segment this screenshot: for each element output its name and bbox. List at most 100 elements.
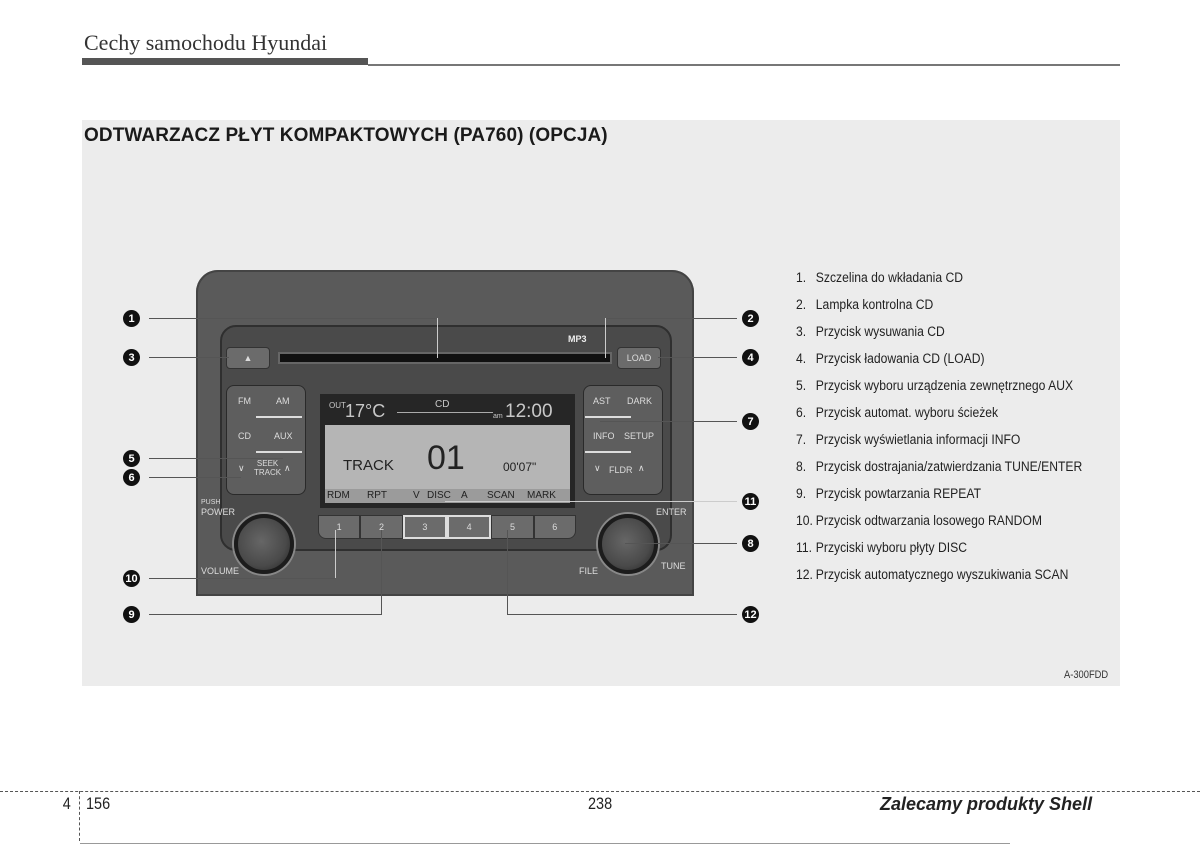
legend-item: 2. Lampka kontrolna CD [796,297,933,312]
elapsed-time: 00'07" [503,460,537,474]
eject-button[interactable]: ▲ [226,347,270,369]
callout-9: 9 [123,606,140,623]
legend-text: Przycisk wyświetlania informacji INFO [815,432,1021,447]
load-button[interactable]: LOAD [617,347,661,369]
dark-button[interactable]: DARK [627,396,652,406]
divider [585,451,631,453]
leader-line-1 [437,318,438,358]
preset-1[interactable]: 1 [318,515,361,539]
legend-item: 6. Przycisk automat. wyboru ścieżek [796,405,998,420]
folder-up-icon[interactable]: ∧ [638,463,645,474]
legend-number: 10. [796,513,813,528]
callout-12: 12 [742,606,759,623]
legend-number: 12. [796,567,813,582]
source-label: CD [435,399,450,410]
leader-line-6 [149,477,241,478]
header-title: Cechy samochodu Hyundai [84,30,328,55]
callout-7: 7 [742,413,759,430]
aux-button[interactable]: AUX [274,431,293,441]
preset-bar: 1 2 3 4 5 6 [318,515,576,539]
leader-line-7 [600,421,737,422]
soft-key-disc-up[interactable]: A [461,490,468,501]
track-label: TRACK [343,457,394,474]
folder-down-icon[interactable]: ∨ [594,463,601,474]
soft-key-rdm[interactable]: RDM [327,490,350,501]
soft-key-disc[interactable]: DISC [427,490,451,501]
callout-4: 4 [742,349,759,366]
legend-text: Przycisk ładowania CD (LOAD) [815,351,985,366]
leader-line-12 [507,530,508,615]
preset-label: 5 [509,522,515,532]
power-label: POWER [201,507,236,517]
legend-text: Przyciski wyboru płyty DISC [815,540,968,555]
fm-button[interactable]: FM [238,396,251,406]
legend-item: 11. Przyciski wyboru płyty DISC [796,540,967,555]
preset-5[interactable]: 5 [491,515,534,539]
tune-knob[interactable] [598,514,658,574]
ast-button[interactable]: AST [593,396,611,406]
soft-key-disc-down[interactable]: V [413,490,420,501]
seek-down-icon[interactable]: ∨ [238,463,245,474]
radio-display: OUT 17°C CD am 12:00 TRACK 01 00'07" RDM… [320,394,575,508]
leader-line-11 [445,501,737,502]
soft-key-rpt[interactable]: RPT [367,490,387,501]
legend-number: 9. [796,486,807,501]
figure-code: A-300FDD [1064,669,1109,681]
legend-number: 7. [796,432,807,447]
leader-line-2 [605,318,606,358]
setup-button[interactable]: SETUP [624,431,654,441]
preset-label: 1 [336,522,342,532]
legend-number: 2. [796,297,807,312]
display-status-bar: OUT 17°C CD am 12:00 [325,399,570,425]
legend-text: Przycisk automatycznego wyszukiwania SCA… [815,567,1069,582]
clock: 12:00 [505,401,553,422]
divider [256,451,302,453]
legend-number: 1. [796,270,807,285]
preset-3[interactable]: 3 [402,515,447,539]
info-button[interactable]: INFO [593,431,615,441]
out-label: OUT [329,401,346,410]
soft-key-mark[interactable]: MARK [527,490,556,501]
volume-knob[interactable] [234,514,294,574]
file-label: FILE [579,566,599,576]
legend-text: Przycisk dostrajania/zatwierdzania TUNE/… [815,459,1083,474]
footer-slogan: Zalecamy produkty Shell [880,794,1093,814]
leader-line-4 [658,357,737,358]
legend-text: Lampka kontrolna CD [815,297,934,312]
preset-4[interactable]: 4 [446,515,492,539]
legend-number: 3. [796,324,807,339]
folder-button[interactable]: FLDR [609,465,633,475]
page-number: 156 [86,794,111,813]
track-number: 01 [427,439,465,477]
legend-number: 6. [796,405,807,420]
tune-label: TUNE [661,561,686,571]
legend-text: Szczelina do wkładania CD [815,270,964,285]
temperature: 17°C [345,401,386,421]
leader-line-1 [149,318,438,319]
section-title: ODTWARZACZ PŁYT KOMPAKTOWYCH (PA760) (OP… [84,125,608,146]
am-button[interactable]: AM [276,396,290,406]
leader-line-10 [335,530,336,578]
load-label: LOAD [626,353,652,363]
legend-item: 12. Przycisk automatycznego wyszukiwania … [796,567,1068,582]
leader-line-5 [149,458,283,459]
preset-6[interactable]: 6 [533,515,576,539]
legend-number: 4. [796,351,807,366]
seek-up-icon[interactable]: ∧ [284,463,291,474]
am-pm: am [493,413,503,420]
footer-divider [79,791,80,841]
callout-2: 2 [742,310,759,327]
leader-line-9 [149,614,381,615]
callout-1: 1 [123,310,140,327]
legend-item: 9. Przycisk powtarzania REPEAT [796,486,981,501]
soft-key-scan[interactable]: SCAN [487,490,515,501]
legend-text: Przycisk automat. wyboru ścieżek [815,405,999,420]
header-rule [368,64,1120,66]
enter-label: ENTER [656,507,687,517]
legend-item: 1. Szczelina do wkładania CD [796,270,963,285]
legend-text: Przycisk wysuwania CD [815,324,945,339]
seek-track-button[interactable]: SEEK TRACK [254,459,281,477]
cd-button[interactable]: CD [238,431,251,441]
callout-5: 5 [123,450,140,467]
volume-label: VOLUME [201,566,240,576]
